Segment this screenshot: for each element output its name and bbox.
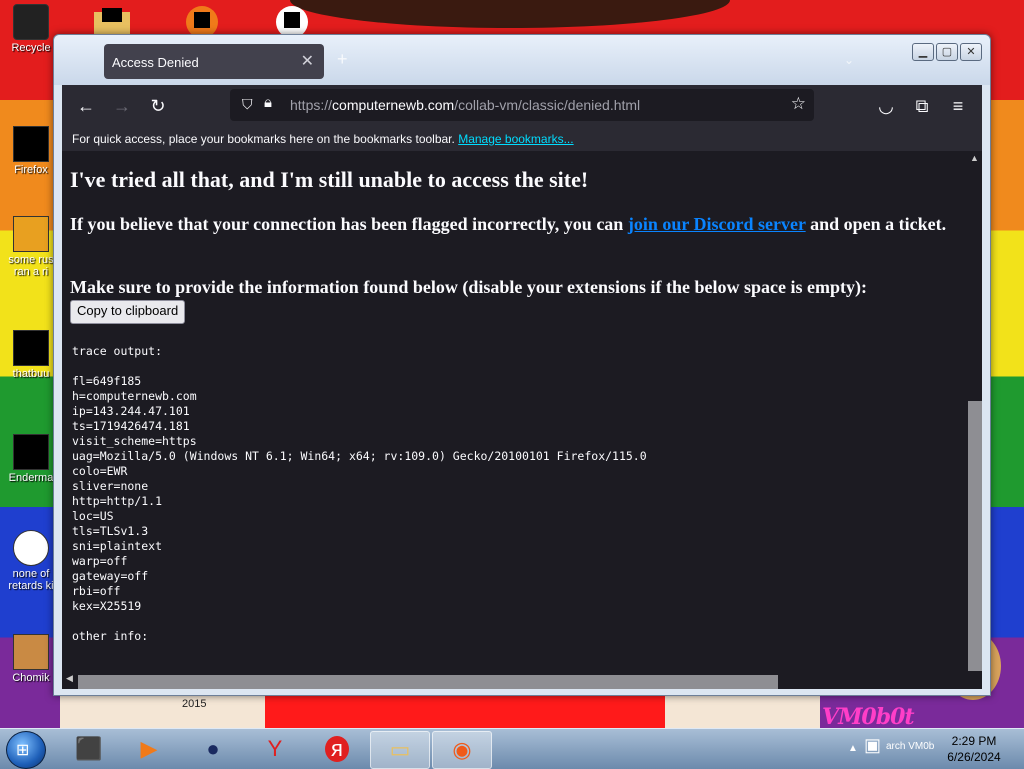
browser-window: Access Denied ✕ + ⌄ ▁ ▢ ✕ ← → ↻ ⛉ 🔒︎ htt…: [53, 34, 991, 696]
bookmarks-toolbar: For quick access, place your bookmarks h…: [62, 127, 982, 151]
firefox-icon: [13, 126, 49, 162]
folder-icon: ▭: [389, 737, 411, 762]
lock-icon[interactable]: 🔒︎: [264, 94, 272, 111]
manage-bookmarks-link[interactable]: Manage bookmarks...: [458, 132, 573, 146]
scroll-left-icon[interactable]: ◀: [66, 673, 73, 684]
file-icon: [13, 434, 49, 470]
file-icon: [13, 330, 49, 366]
clock[interactable]: 2:29 PM 6/26/2024: [930, 733, 1018, 765]
firefox-icon: ◉: [452, 737, 472, 762]
bookmarks-message: For quick access, place your bookmarks h…: [72, 132, 574, 146]
scroll-up-icon[interactable]: ▲: [970, 153, 979, 163]
instructions-paragraph: Make sure to provide the information fou…: [70, 277, 868, 297]
windows-logo-icon: ⊞: [16, 742, 30, 759]
pocket-icon[interactable]: ◡: [874, 94, 898, 118]
extensions-icon[interactable]: ⧉: [910, 94, 934, 118]
address-bar[interactable]: ⛉ 🔒︎ https://computernewb.com/collab-vm/…: [230, 89, 814, 121]
scrollbar-thumb[interactable]: [78, 675, 778, 689]
time: 2:29 PM: [951, 734, 997, 748]
bookmark-star-icon[interactable]: ☆: [791, 94, 806, 114]
shield-icon[interactable]: ⛉: [242, 96, 253, 113]
black-box-icon: ⬛: [75, 736, 103, 761]
wallpaper-decoration: [265, 690, 665, 730]
date: 6/26/2024: [947, 750, 1001, 764]
file-icon: [13, 634, 49, 670]
yandex-browser-icon: Y: [267, 736, 283, 761]
taskbar-app-black[interactable]: ⬛: [60, 731, 118, 767]
file-icon: [13, 216, 49, 252]
network-icon[interactable]: ▣: [864, 735, 881, 756]
new-tab-icon[interactable]: +: [337, 49, 348, 70]
tab-title: Access Denied: [112, 55, 199, 70]
tab-access-denied[interactable]: Access Denied ✕: [104, 44, 324, 79]
taskbar-explorer[interactable]: ▭: [370, 731, 430, 769]
discord-paragraph: If you believe that your connection has …: [70, 214, 947, 234]
chevron-down-icon[interactable]: ⌄: [844, 53, 854, 67]
taskbar-firefox[interactable]: ◉: [432, 731, 492, 769]
forward-arrow-icon[interactable]: →: [110, 94, 134, 118]
watermark-logo: VM0b0t: [822, 704, 915, 730]
horizontal-scrollbar[interactable]: ◀: [62, 673, 982, 689]
taskbar: ⊞ ⬛ ▶ ● Y я ▭ ◉ ▲ ▣ arch VM0b 2:29 PM 6/…: [0, 728, 1024, 769]
vertical-scrollbar[interactable]: ▲: [966, 151, 982, 673]
page-content: I've tried all that, and I'm still unabl…: [62, 151, 966, 673]
close-icon[interactable]: ✕: [301, 51, 314, 71]
taskbar-yandex[interactable]: я: [308, 731, 366, 767]
trace-output: trace output: fl=649f185 h=computernewb.…: [72, 344, 647, 643]
file-icon: [13, 530, 49, 566]
taskbar-app-globe[interactable]: ●: [184, 731, 242, 767]
title-bar[interactable]: Access Denied ✕ + ⌄ ▁ ▢ ✕: [54, 35, 990, 85]
globe-icon: ●: [206, 736, 220, 761]
url-text[interactable]: https://computernewb.com/collab-vm/class…: [290, 97, 640, 113]
back-arrow-icon[interactable]: ←: [74, 94, 98, 118]
yandex-icon: я: [325, 736, 349, 762]
navigation-toolbar: ← → ↻ ⛉ 🔒︎ https://computernewb.com/coll…: [62, 85, 982, 127]
scrollbar-thumb[interactable]: [968, 401, 982, 671]
tray-text: arch VM0b: [886, 741, 935, 752]
reload-icon[interactable]: ↻: [146, 94, 170, 118]
taskbar-media-player[interactable]: ▶: [120, 731, 178, 767]
minimize-button[interactable]: ▁: [912, 43, 934, 61]
close-window-button[interactable]: ✕: [960, 43, 982, 61]
wallpaper-decoration: [290, 0, 730, 28]
discord-link[interactable]: join our Discord server: [628, 214, 806, 234]
tray-expand-icon[interactable]: ▲: [848, 743, 858, 754]
recycle-bin-icon: [13, 4, 49, 40]
maximize-button[interactable]: ▢: [936, 43, 958, 61]
window-controls: ▁ ▢ ✕: [912, 43, 982, 61]
menu-icon[interactable]: ≡: [946, 94, 970, 118]
wallpaper-text: 2015: [182, 698, 207, 710]
media-player-icon: ▶: [140, 736, 158, 761]
copy-to-clipboard-button[interactable]: Copy to clipboard: [70, 300, 186, 324]
page-heading: I've tried all that, and I'm still unabl…: [70, 167, 589, 192]
start-button[interactable]: ⊞: [6, 731, 46, 769]
taskbar-yandex-browser[interactable]: Y: [246, 731, 304, 767]
